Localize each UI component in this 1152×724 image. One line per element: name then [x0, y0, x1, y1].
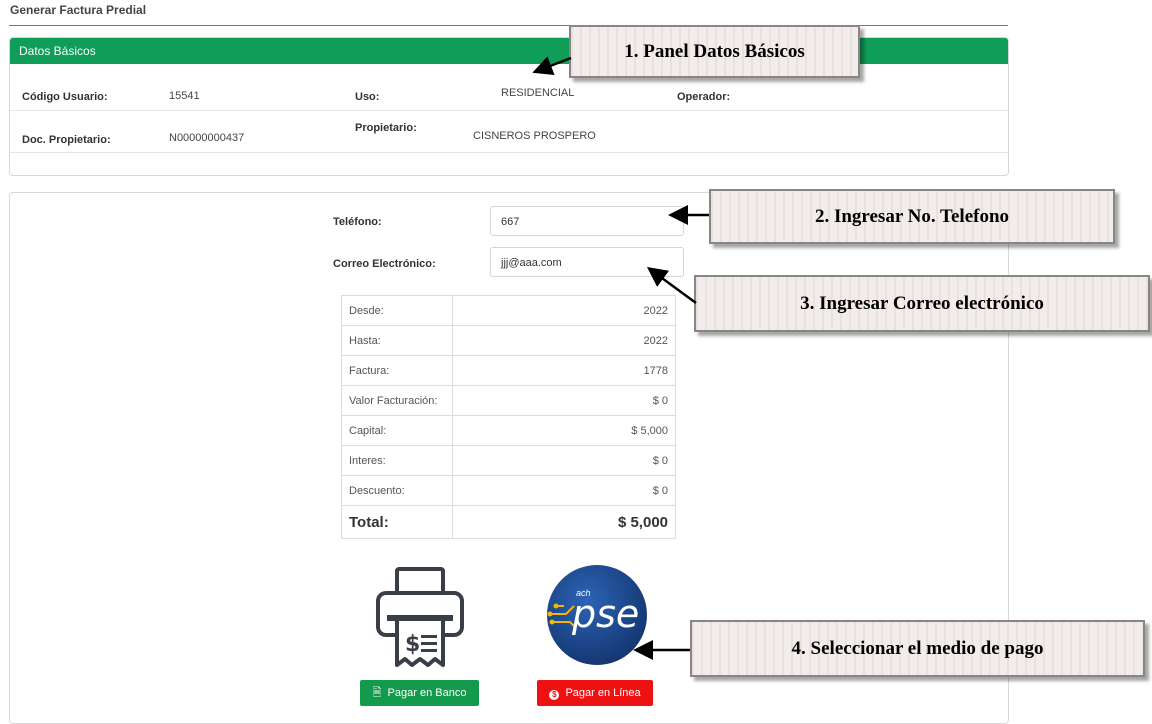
- callout-arrows: [532, 56, 709, 660]
- arrow-1: [532, 56, 572, 75]
- arrow-3: [646, 267, 697, 305]
